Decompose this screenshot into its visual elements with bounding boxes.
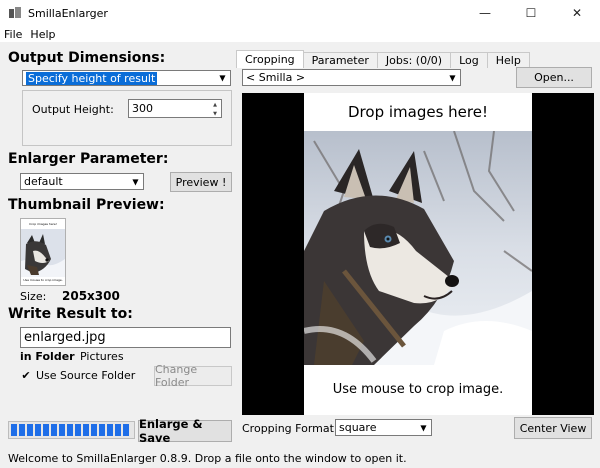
output-dimensions-title: Output Dimensions: <box>8 50 166 66</box>
status-bar: Welcome to SmillaEnlarger 0.8.9. Drop a … <box>0 448 600 468</box>
output-height-value: 300 <box>132 102 153 115</box>
chevron-down-icon: ▼ <box>420 423 427 432</box>
tab-cropping[interactable]: Cropping <box>236 50 304 68</box>
size-label: Size: <box>20 290 47 303</box>
crop-viewer[interactable]: Drop images here! Use mouse to crop imag… <box>242 93 594 415</box>
progress-segment <box>91 424 97 436</box>
tab-parameter[interactable]: Parameter <box>302 52 378 68</box>
progress-segment <box>123 424 129 436</box>
source-select[interactable]: < Smilla > ▼ <box>242 69 461 86</box>
center-view-button[interactable]: Center View <box>514 417 592 439</box>
cropping-format-value: square <box>339 421 377 434</box>
thumb-dog-image <box>21 229 65 277</box>
menu-bar: File Help <box>0 26 600 42</box>
thumb-top-text: Crop images here! <box>29 222 57 226</box>
status-text: Welcome to SmillaEnlarger 0.8.9. Drop a … <box>8 451 407 465</box>
progress-segment <box>99 424 105 436</box>
source-value: < Smilla > <box>246 71 306 84</box>
progress-segment <box>35 424 41 436</box>
spin-up-icon[interactable]: ▲ <box>210 101 220 110</box>
progress-segment <box>51 424 57 436</box>
filename-value: enlarged.jpg <box>24 330 106 345</box>
progress-segment <box>19 424 25 436</box>
tab-bar: Cropping Parameter Jobs: (0/0) Log Help <box>236 50 530 68</box>
dimension-mode-value: Specify height of result <box>26 71 158 85</box>
progress-segment <box>83 424 89 436</box>
preset-value: default <box>24 175 63 188</box>
window-title: SmillaEnlarger <box>28 6 108 20</box>
change-folder-button[interactable]: Change Folder <box>154 363 232 389</box>
progress-segment <box>43 424 49 436</box>
drop-text: Drop images here! <box>348 103 488 121</box>
write-result-title: Write Result to: <box>8 306 133 322</box>
crop-text: Use mouse to crop image. <box>332 382 504 397</box>
enlarge-save-button[interactable]: Enlarge & Save <box>138 417 232 445</box>
minimize-button[interactable]: — <box>462 0 508 26</box>
height-spinner[interactable]: ▲ ▼ <box>210 101 220 118</box>
size-value: 205x300 <box>62 289 120 303</box>
dimension-mode-select[interactable]: Specify height of result ▼ <box>22 70 231 86</box>
maximize-button[interactable]: ☐ <box>508 0 554 26</box>
image-canvas[interactable]: Drop images here! Use mouse to crop imag… <box>304 93 532 415</box>
menu-file[interactable]: File <box>4 28 22 41</box>
folder-name: Pictures <box>80 350 124 363</box>
chevron-down-icon: ▼ <box>219 73 226 83</box>
progress-segment <box>115 424 121 436</box>
close-button[interactable]: ✕ <box>554 0 600 26</box>
open-button[interactable]: Open... <box>516 67 592 88</box>
left-panel: Output Dimensions: Specify height of res… <box>0 42 238 448</box>
progress-segment <box>67 424 73 436</box>
menu-help[interactable]: Help <box>30 28 55 41</box>
thumbnail-title: Thumbnail Preview: <box>8 197 165 213</box>
tab-jobs[interactable]: Jobs: (0/0) <box>376 52 452 68</box>
thumb-bottom-text: Use mouse to crop image. <box>23 278 63 282</box>
preset-select[interactable]: default ▼ <box>20 173 144 190</box>
progress-segment <box>11 424 17 436</box>
use-source-folder-checkbox[interactable]: ✔ Use Source Folder <box>20 369 135 382</box>
progress-segment <box>107 424 113 436</box>
enlarger-parameter-title: Enlarger Parameter: <box>8 151 169 167</box>
progress-segment <box>75 424 81 436</box>
chevron-down-icon: ▼ <box>449 73 456 82</box>
progress-segment <box>27 424 33 436</box>
use-source-folder-label: Use Source Folder <box>36 369 136 382</box>
tab-help[interactable]: Help <box>486 52 530 68</box>
spin-down-icon[interactable]: ▼ <box>210 110 220 119</box>
chevron-down-icon: ▼ <box>132 177 139 186</box>
title-bar: SmillaEnlarger — ☐ ✕ <box>0 0 600 26</box>
tab-log[interactable]: Log <box>450 52 488 68</box>
in-folder-label: in Folder <box>20 350 75 363</box>
output-height-label: Output Height: <box>32 103 114 116</box>
dog-photo <box>304 131 532 365</box>
thumbnail-preview: Crop images here! Use mouse to crop imag… <box>20 218 66 286</box>
cropping-format-select[interactable]: square ▼ <box>335 419 432 436</box>
checkmark-icon[interactable]: ✔ <box>20 369 32 382</box>
progress-segment <box>59 424 65 436</box>
progress-fill <box>11 424 129 436</box>
progress-bar <box>8 421 135 439</box>
output-height-input[interactable]: 300 ▲ ▼ <box>128 99 222 118</box>
cropping-format-label: Cropping Format: <box>242 422 338 435</box>
right-panel: Cropping Parameter Jobs: (0/0) Log Help … <box>236 42 600 448</box>
preview-button[interactable]: Preview ! <box>170 172 232 192</box>
filename-input[interactable]: enlarged.jpg <box>20 327 231 348</box>
app-icon <box>8 6 22 20</box>
